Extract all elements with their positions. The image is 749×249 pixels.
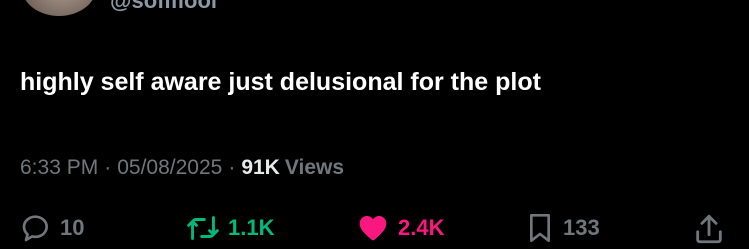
heart-icon <box>356 212 390 244</box>
repost-icon <box>186 212 220 244</box>
bookmark-count: 133 <box>563 215 600 240</box>
bookmark-icon <box>525 212 555 244</box>
reply-count: 10 <box>60 215 85 240</box>
like-count: 2.4K <box>398 215 445 240</box>
share-icon <box>692 212 726 246</box>
tweet-date[interactable]: 05/08/2025 <box>117 156 222 180</box>
avatar[interactable] <box>22 0 96 16</box>
repost-count: 1.1K <box>228 215 275 240</box>
views-count: 91K <box>241 156 280 179</box>
tweet-text: highly self aware just delusional for th… <box>20 68 541 96</box>
repost-button[interactable]: 1.1K <box>186 212 274 244</box>
views-label: Views <box>284 156 345 179</box>
like-button[interactable]: 2.4K <box>356 212 444 244</box>
bookmark-button[interactable]: 133 <box>525 212 600 244</box>
reply-icon <box>20 212 52 244</box>
tweet-meta: 6:33 PM · 05/08/2025 · 91K Views <box>20 156 344 180</box>
share-button[interactable] <box>692 212 726 246</box>
meta-separator: · <box>228 156 236 179</box>
tweet-actions: 10 1.1K 2.4K 133 <box>0 212 749 249</box>
reply-button[interactable]: 10 <box>20 212 84 244</box>
tweet-time[interactable]: 6:33 PM <box>20 156 98 180</box>
author-handle[interactable]: @sofiflool <box>110 0 217 14</box>
meta-separator: · <box>104 156 112 179</box>
